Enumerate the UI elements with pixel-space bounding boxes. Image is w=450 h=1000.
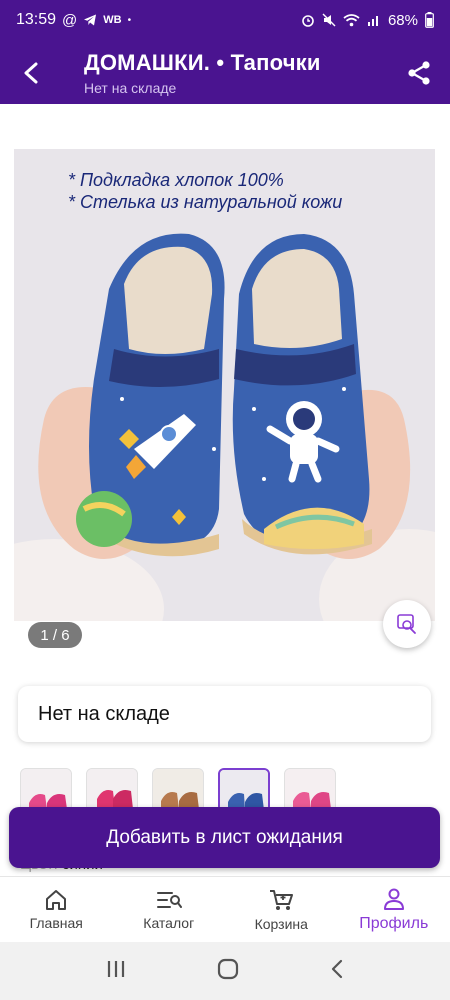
- add-to-waitlist-label: Добавить в лист ожидания: [106, 826, 343, 848]
- telegram-icon: [83, 13, 97, 27]
- at-icon: @: [62, 11, 78, 29]
- app-header: ДОМАШКИ. • Тапочки Нет на складе: [0, 40, 450, 104]
- page-subtitle: Нет на складе: [84, 80, 177, 96]
- stock-status-card: Нет на складе: [18, 686, 431, 742]
- image-caption: * Подкладка хлопок 100% * Стелька из нат…: [68, 169, 342, 213]
- thumbnail-4-selected[interactable]: [218, 768, 270, 812]
- thumbnail-2[interactable]: [86, 768, 138, 812]
- nav-item-profile[interactable]: Профиль: [338, 877, 450, 942]
- wb-icon: WB: [103, 14, 122, 26]
- system-nav-bar: [0, 942, 450, 1000]
- back-arrow-icon: [24, 62, 38, 84]
- nav-item-catalog[interactable]: Каталог: [113, 877, 226, 942]
- mute-icon: [322, 13, 336, 27]
- bottom-nav: Главная Каталог Корзина Профиль: [0, 876, 450, 942]
- add-to-waitlist-button[interactable]: Добавить в лист ожидания: [9, 807, 440, 868]
- nav-item-home[interactable]: Главная: [0, 877, 113, 942]
- wifi-icon: [343, 13, 360, 27]
- nav-label-catalog: Каталог: [143, 914, 195, 931]
- catalog-icon: [156, 891, 182, 908]
- battery-icon: [425, 12, 434, 28]
- nav-item-cart[interactable]: Корзина: [225, 877, 338, 942]
- product-image[interactable]: * Подкладка хлопок 100% * Стелька из нат…: [14, 149, 435, 621]
- share-icon: [408, 61, 430, 85]
- nav-label-cart: Корзина: [254, 915, 308, 932]
- nav-label-home: Главная: [29, 914, 83, 931]
- back-button[interactable]: [14, 56, 48, 90]
- image-search-icon: [397, 614, 416, 634]
- system-back-icon: [331, 959, 343, 978]
- home-button[interactable]: [217, 958, 239, 985]
- profile-icon: [383, 888, 404, 910]
- slippers-photo: [14, 149, 435, 621]
- signal-icon: [367, 13, 381, 27]
- recent-apps-icon: [107, 960, 125, 977]
- share-button[interactable]: [404, 58, 434, 88]
- cart-icon: [270, 889, 294, 910]
- stock-status-label: Нет на складе: [38, 702, 170, 725]
- battery-level: 68%: [387, 11, 418, 29]
- home-icon: [46, 889, 67, 910]
- image-counter: 1 / 6: [28, 622, 82, 648]
- recent-apps-button[interactable]: [105, 959, 127, 984]
- thumbnail-1[interactable]: [20, 768, 72, 812]
- image-search-button[interactable]: [383, 600, 431, 648]
- caption-line-2: * Стелька из натуральной кожи: [68, 192, 343, 212]
- thumbnail-strip: [20, 768, 440, 812]
- nav-label-profile: Профиль: [359, 914, 429, 932]
- status-bar: 13:59 @ WB • 68%: [0, 0, 450, 40]
- caption-line-1: * Подкладка хлопок 100%: [68, 170, 284, 190]
- system-back-button[interactable]: [329, 959, 345, 984]
- alarm-icon: [301, 13, 315, 27]
- status-time: 13:59: [16, 11, 57, 28]
- thumbnail-3[interactable]: [152, 768, 204, 812]
- notification-dot: •: [127, 14, 132, 26]
- page-title: ДОМАШКИ. • Тапочки: [84, 50, 321, 75]
- home-circle-icon: [217, 958, 239, 979]
- thumbnail-5[interactable]: [284, 768, 336, 812]
